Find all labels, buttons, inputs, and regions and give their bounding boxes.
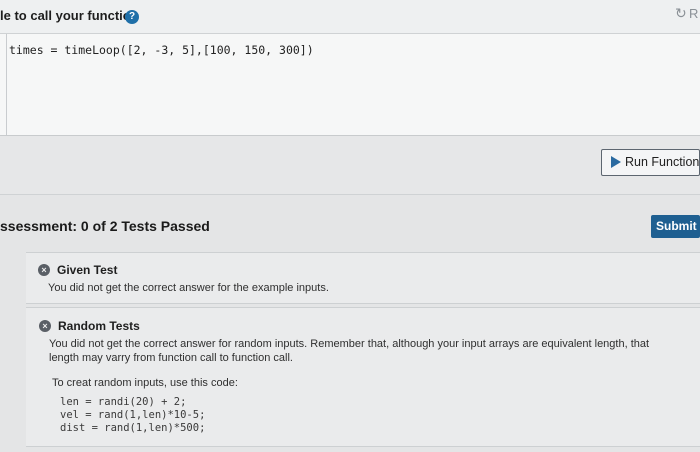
run-area (0, 136, 700, 195)
code-line-1[interactable]: times = timeLoop([2, -3, 5],[100, 150, 3… (9, 43, 314, 57)
test-title: Given Test (57, 263, 118, 277)
editor-gutter (6, 34, 7, 135)
code-snippet-line-1: len = randi(20) + 2; (60, 396, 187, 408)
question-icon[interactable]: ? (125, 10, 139, 24)
code-snippet-line-2: vel = rand(1,len)*10-5; (60, 409, 206, 421)
reset-icon[interactable]: ↻ (675, 5, 687, 22)
run-function-label[interactable]: Run Function (625, 155, 699, 169)
assessment-title: ssessment: 0 of 2 Tests Passed (0, 218, 210, 234)
test-message-line-1: You did not get the correct answer for r… (49, 338, 650, 350)
test-card-given (26, 252, 700, 304)
reset-label[interactable]: R (689, 6, 698, 21)
fail-icon: × (38, 264, 50, 276)
code-snippet-line-3: dist = rand(1,len)*500; (60, 422, 206, 434)
test-hint: To creat random inputs, use this code: (52, 377, 238, 389)
play-icon[interactable] (611, 156, 621, 168)
test-message: You did not get the correct answer for t… (48, 282, 329, 294)
section-title: le to call your function (0, 8, 139, 23)
test-message-line-2: length may varry from function call to f… (49, 352, 293, 364)
test-title: Random Tests (58, 319, 140, 333)
fail-icon: × (39, 320, 51, 332)
submit-label[interactable]: Submit (656, 219, 697, 233)
